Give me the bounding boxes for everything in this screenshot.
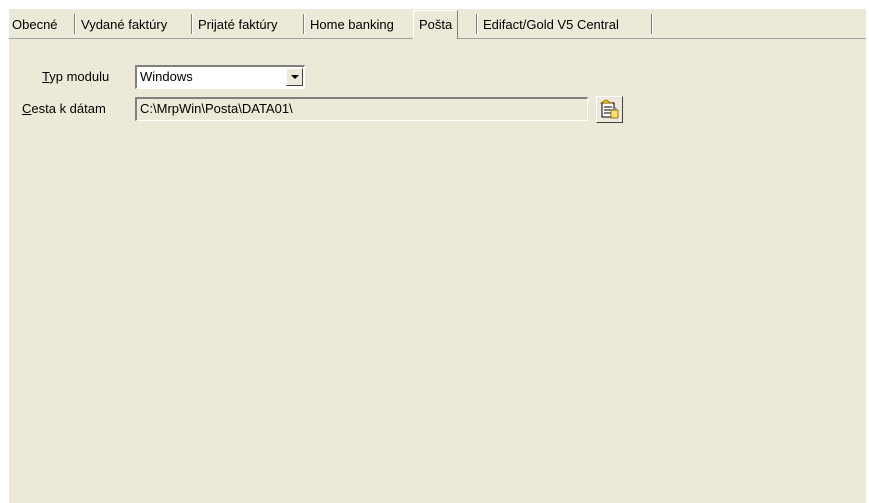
browse-button[interactable] — [596, 96, 623, 123]
tab-home-banking[interactable]: Home banking — [310, 14, 394, 36]
data-path-mnemonic: C — [22, 101, 32, 116]
chevron-down-icon — [291, 75, 299, 79]
tab-vydane-faktury[interactable]: Vydané faktúry — [81, 14, 167, 36]
data-path-label: Cesta k dátam — [22, 101, 106, 116]
settings-panel: Obecné Vydané faktúry Prijaté faktúry Ho… — [9, 9, 866, 503]
module-type-value: Windows — [140, 69, 193, 84]
tab-separator — [651, 14, 653, 34]
tab-edifact-gold[interactable]: Edifact/Gold V5 Central — [483, 14, 619, 36]
module-type-select[interactable]: Windows — [135, 65, 305, 89]
tab-strip: Obecné Vydané faktúry Prijaté faktúry Ho… — [9, 9, 866, 39]
tab-separator — [191, 14, 193, 34]
module-type-label-text: yp modulu — [49, 69, 110, 84]
module-type-label: Typ modulu — [42, 69, 109, 84]
tab-posta[interactable]: Pošta — [413, 10, 459, 39]
data-path-label-text: esta k dátam — [31, 101, 106, 116]
data-path-value: C:\MrpWin\Posta\DATA01\ — [140, 101, 293, 116]
tab-separator — [303, 14, 305, 34]
tab-separator — [476, 14, 478, 34]
tab-prijate-faktury[interactable]: Prijaté faktúry — [198, 14, 277, 36]
tab-obecne[interactable]: Obecné — [12, 14, 58, 36]
browse-folder-icon — [599, 99, 619, 119]
data-path-field[interactable]: C:\MrpWin\Posta\DATA01\ — [135, 97, 588, 121]
tab-separator — [74, 14, 76, 34]
module-type-dropdown-button[interactable] — [286, 68, 303, 86]
